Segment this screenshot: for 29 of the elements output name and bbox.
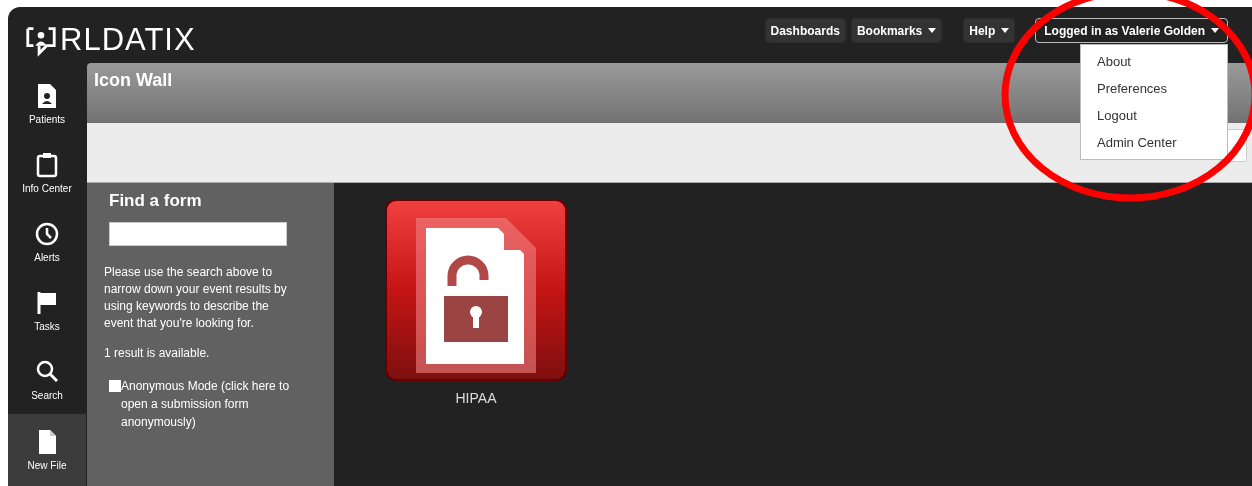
patient-file-icon bbox=[35, 82, 59, 109]
menu-item[interactable]: Preferences bbox=[1081, 75, 1227, 102]
clock-icon bbox=[35, 220, 59, 247]
nav-button[interactable]: Dashboards bbox=[764, 18, 846, 43]
sidebar-item[interactable]: Patients bbox=[8, 69, 86, 138]
search-field[interactable] bbox=[109, 222, 287, 246]
menu-item[interactable]: About bbox=[1081, 48, 1227, 75]
sidebar-item[interactable]: Info Center bbox=[8, 138, 86, 207]
checkbox-label[interactable]: Anonymous Mode (click here to open a submission form anonymously) bbox=[121, 377, 317, 431]
nav-button[interactable]: Help bbox=[963, 18, 1016, 43]
sidebar-item[interactable]: New File bbox=[8, 414, 86, 486]
form-label: HIPAA bbox=[455, 390, 497, 406]
flag-icon bbox=[35, 289, 59, 316]
panel-title: Find a form bbox=[109, 191, 203, 211]
sidebar-item[interactable]: Alerts bbox=[8, 207, 86, 276]
search-icon bbox=[35, 358, 59, 385]
nav-button[interactable]: Logged in as Valerie Golden bbox=[1035, 18, 1228, 43]
unlocked-file-icon[interactable] bbox=[384, 198, 568, 384]
logo-text: RLDATIX bbox=[60, 22, 196, 58]
sidebar-item[interactable]: Tasks bbox=[8, 276, 86, 345]
clipboard-icon bbox=[35, 151, 59, 178]
page-title: Icon Wall bbox=[94, 70, 173, 90]
checkbox[interactable] bbox=[109, 380, 121, 392]
sidebar-item[interactable]: Search bbox=[8, 345, 86, 414]
menu-item[interactable]: Logout bbox=[1081, 102, 1227, 129]
menu-item[interactable]: Admin Center bbox=[1081, 129, 1227, 156]
nav-button[interactable]: Bookmarks bbox=[850, 18, 943, 43]
result-count: 1 result is available. bbox=[104, 346, 211, 360]
help-text: Please use the search above to narrow down your event results by using keywords to describe the event that you're looking for. bbox=[104, 264, 288, 332]
